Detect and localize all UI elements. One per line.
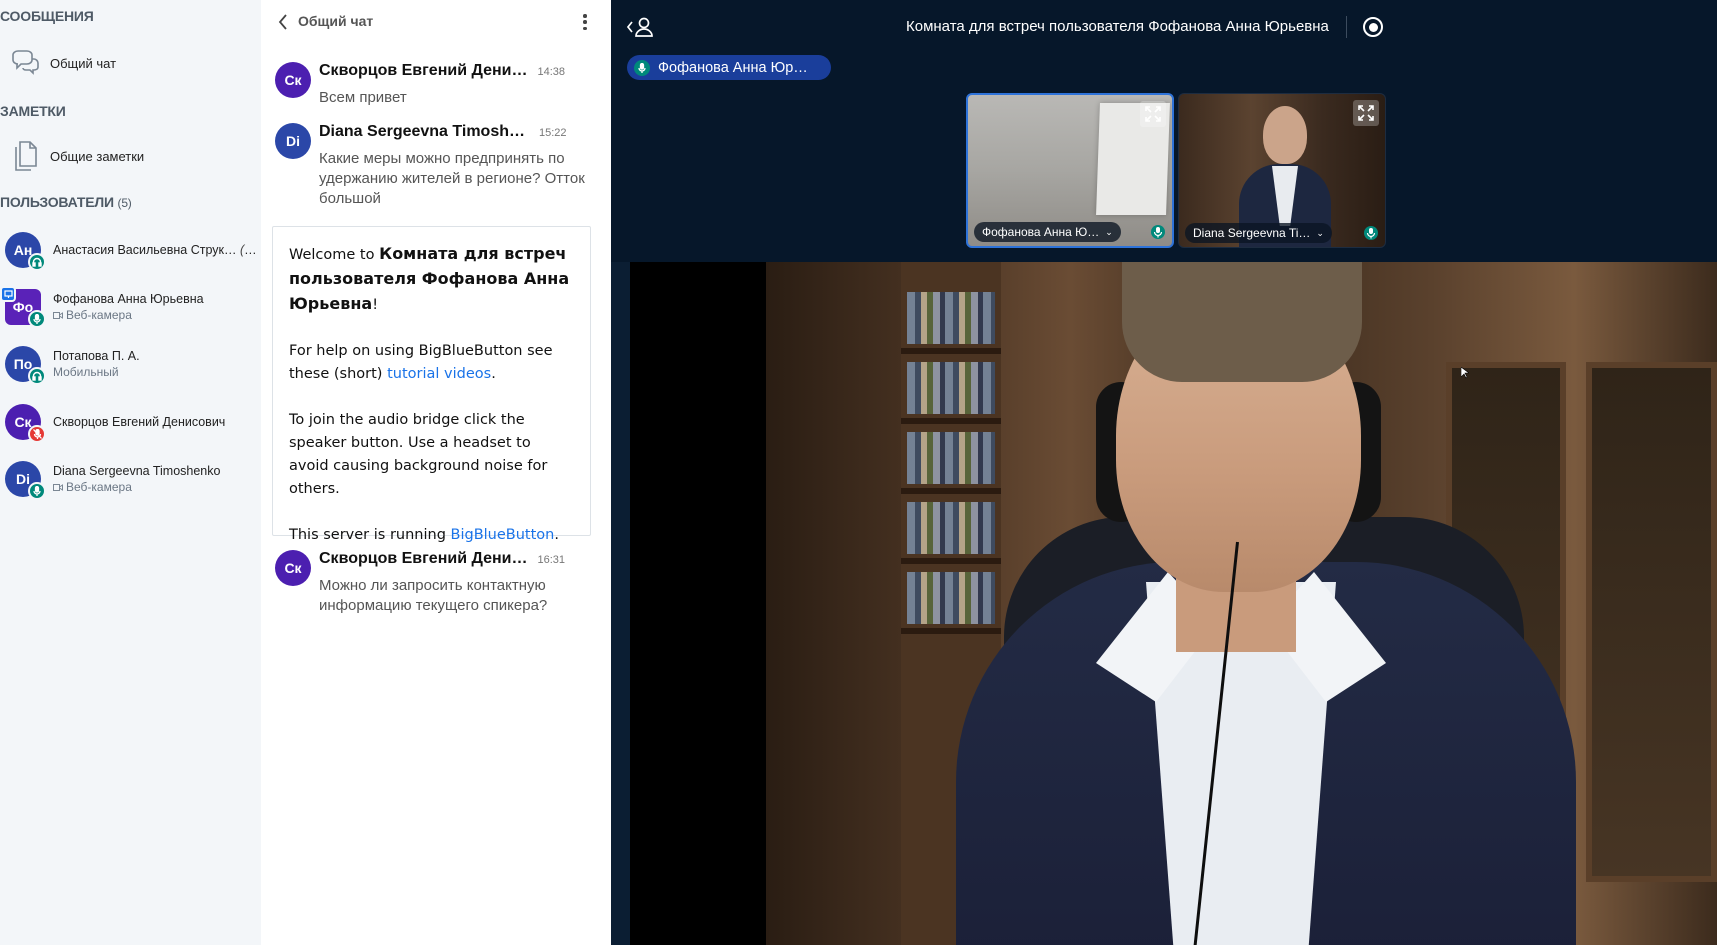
chat-bubbles-icon <box>0 49 50 77</box>
chat-message: Ск Скворцов Евгений Дени… 16:31 Можно ли… <box>275 550 601 620</box>
user-status: Веб-камера <box>53 480 220 494</box>
webcam-icon <box>53 483 63 491</box>
user-name: Потапова П. А. <box>53 349 140 363</box>
user-list-item[interactable]: Ан Анастасия Васильевна Струк… (Вы) <box>0 222 261 278</box>
user-avatar: По <box>5 346 46 385</box>
fullscreen-icon[interactable] <box>1140 101 1166 127</box>
user-status: Мобильный <box>53 365 119 379</box>
user-name: Скворцов Евгений Денисович <box>53 415 226 429</box>
chevron-left-icon[interactable] <box>273 12 293 32</box>
welcome-help: For help on using BigBlueButton see thes… <box>289 343 553 382</box>
chat-message: Ск Скворцов Евгений Дени… 14:38 Всем при… <box>275 62 601 112</box>
meeting-stage: Комната для встреч пользователя Фофанова… <box>611 0 1717 945</box>
webcam-user-label[interactable]: Diana Sergeevna Ti… ⌄ <box>1185 223 1332 243</box>
message-time: 16:31 <box>537 554 565 566</box>
headset-icon <box>28 253 46 271</box>
notes-icon <box>0 140 50 172</box>
header-divider <box>1346 16 1347 38</box>
user-list-item[interactable]: Di Diana Sergeevna Timoshenko Веб-камера <box>0 451 261 507</box>
user-avatar: Di <box>5 461 46 500</box>
webcam-user-label[interactable]: Фофанова Анна Ю… ⌄ <box>974 222 1121 242</box>
users-title-text: ПОЛЬЗОВАТЕЛИ <box>0 194 114 210</box>
presenter-icon <box>0 286 16 302</box>
letterbox <box>630 262 766 945</box>
microphone-icon <box>1363 224 1379 242</box>
messages-section-title: СООБЩЕНИЯ <box>0 8 94 24</box>
mouse-cursor-icon <box>1461 367 1469 379</box>
user-list-item[interactable]: Ск Скворцов Евгений Денисович <box>0 394 261 450</box>
notes-section-title: ЗАМЕТКИ <box>0 103 66 119</box>
talker-name: Фофанова Анна Юр… <box>658 59 808 76</box>
stage-edge <box>611 262 630 945</box>
chevron-down-icon: ⌄ <box>1316 227 1324 238</box>
talking-indicator[interactable]: Фофанова Анна Юр… <box>627 55 831 80</box>
message-text: Какие меры можно предпринять по удержани… <box>319 150 585 207</box>
message-time: 15:22 <box>539 127 567 139</box>
message-avatar: Ск <box>275 550 311 586</box>
webcam-icon <box>53 311 63 319</box>
toggle-user-list-icon[interactable] <box>626 15 656 39</box>
user-name: Diana Sergeevna Timoshenko <box>53 464 221 478</box>
main-webcam-video[interactable] <box>766 262 1717 945</box>
welcome-heading: Welcome to Комната для встреч пользовате… <box>289 244 570 313</box>
welcome-message: Welcome to Комната для встреч пользовате… <box>272 226 591 543</box>
headset-icon <box>28 367 46 385</box>
welcome-audio: To join the audio bridge click the speak… <box>289 412 548 497</box>
message-time: 14:38 <box>537 66 565 78</box>
user-avatar: Ан <box>5 232 46 271</box>
avatar-initials: Di <box>16 471 30 487</box>
shared-notes-label: Общие заметки <box>50 148 145 164</box>
room-title: Комната для встреч пользователя Фофанова… <box>906 18 1329 35</box>
user-avatar: Ск <box>5 404 46 443</box>
chevron-down-icon: ⌄ <box>1105 226 1113 237</box>
bigbluebutton-link[interactable]: BigBlueButton <box>451 527 555 543</box>
users-count: (5) <box>117 196 132 210</box>
microphone-icon <box>634 59 650 76</box>
record-icon[interactable] <box>1363 17 1383 37</box>
microphone-icon <box>28 482 46 500</box>
microphone-icon <box>28 310 46 328</box>
tutorial-videos-link[interactable]: tutorial videos <box>387 366 491 382</box>
public-chat-label: Общий чат <box>50 55 117 71</box>
user-avatar: Фо <box>0 286 46 328</box>
person-hair <box>1122 262 1362 382</box>
chat-message: Di Diana Sergeevna Timoshenko 15:22 Каки… <box>275 123 601 213</box>
user-list-sidebar: СООБЩЕНИЯ Общий чат ЗАМЕТКИ Общие заметк… <box>0 0 261 945</box>
user-list-item[interactable]: Фо Фофанова Анна Юрьевна Веб-камера <box>0 279 261 335</box>
message-avatar: Ск <box>275 62 311 98</box>
user-name: Анастасия Васильевна Струк… (Вы) <box>53 243 258 257</box>
fullscreen-icon[interactable] <box>1353 100 1379 126</box>
welcome-server: This server is running BigBlueButton. <box>289 527 559 543</box>
message-author: Скворцов Евгений Дени… <box>319 550 528 567</box>
shared-notes-link[interactable]: Общие заметки <box>0 134 261 178</box>
message-text: Можно ли запросить контактную информацию… <box>319 577 548 614</box>
webcam-thumbnail[interactable]: Фофанова Анна Ю… ⌄ <box>966 93 1174 248</box>
webcam-thumbnail[interactable]: Diana Sergeevna Ti… ⌄ <box>1178 93 1386 248</box>
message-author: Скворцов Евгений Дени… <box>319 62 528 79</box>
message-text: Всем привет <box>319 89 407 106</box>
muted-microphone-icon <box>28 425 46 443</box>
microphone-icon <box>1150 223 1166 241</box>
chat-title: Общий чат <box>298 13 374 29</box>
public-chat-link[interactable]: Общий чат <box>0 41 261 85</box>
user-status: Веб-камера <box>53 308 204 322</box>
user-name: Фофанова Анна Юрьевна <box>53 292 204 306</box>
user-list-item[interactable]: По Потапова П. А. Мобильный <box>0 336 261 392</box>
chat-panel: Общий чат Ск Скворцов Евгений Дени… 14:3… <box>261 0 611 945</box>
message-avatar: Di <box>275 123 311 159</box>
users-section-title: ПОЛЬЗОВАТЕЛИ (5) <box>0 194 132 210</box>
more-options-icon[interactable] <box>579 12 591 32</box>
glass-cabinet <box>1586 362 1717 882</box>
message-author: Diana Sergeevna Timoshenko <box>319 123 529 140</box>
